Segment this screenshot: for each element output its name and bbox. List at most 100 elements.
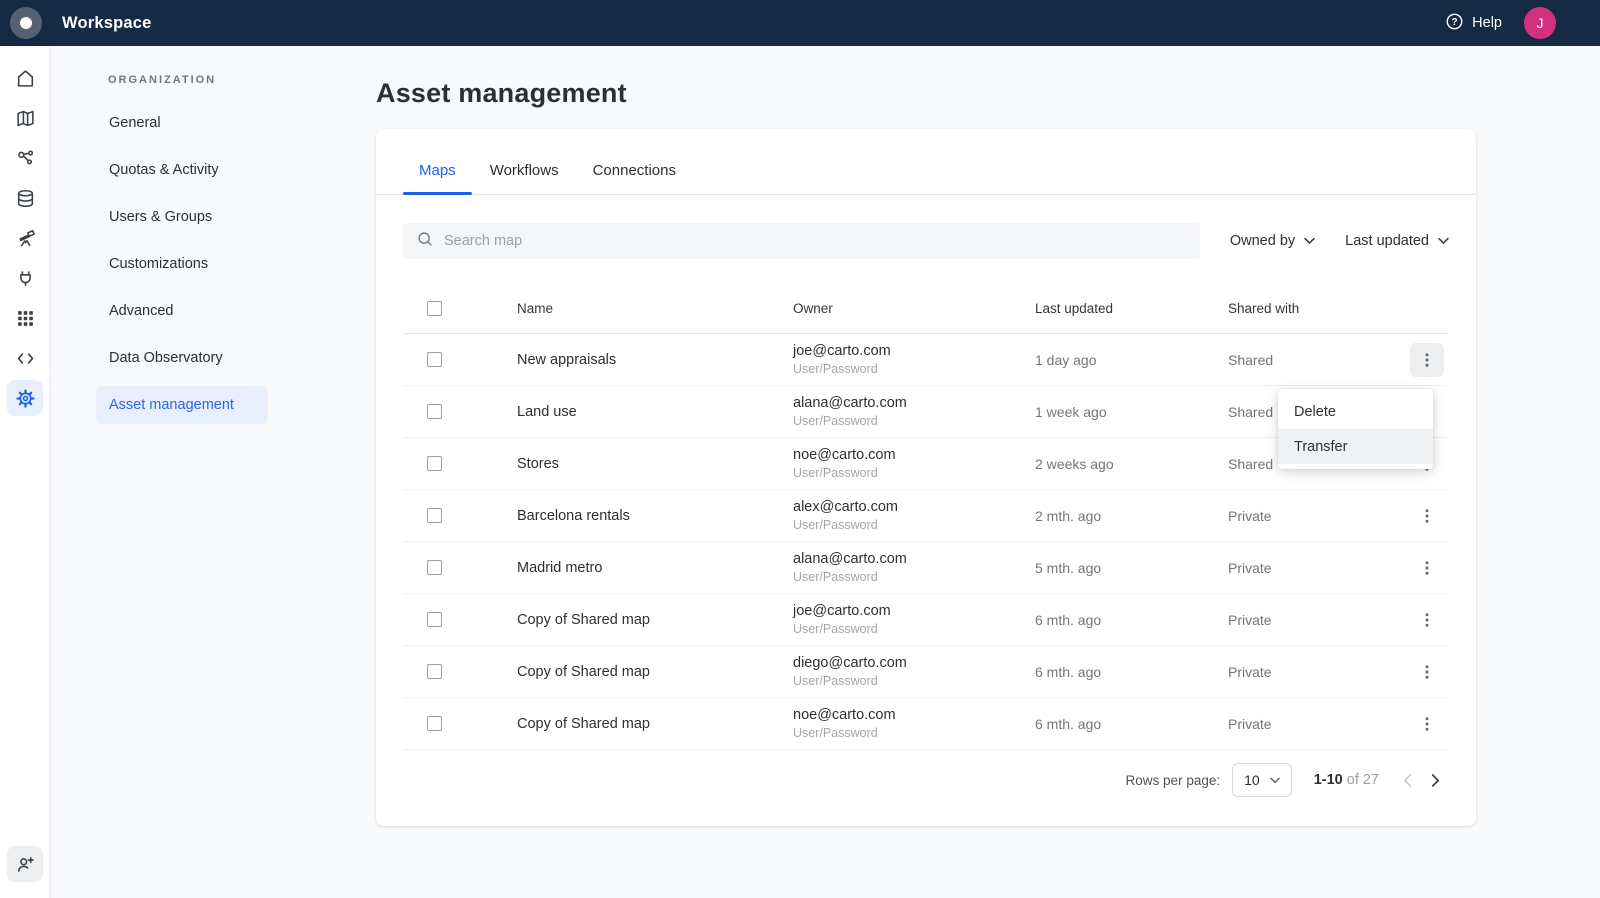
help-button[interactable]: ? Help: [1445, 12, 1502, 35]
owner-email: alana@carto.com: [793, 394, 1035, 413]
header-name: Name: [517, 301, 793, 316]
tab-connections[interactable]: Connections: [577, 162, 692, 194]
icon-rail: [0, 46, 51, 898]
top-bar: Workspace ? Help J: [0, 0, 1600, 46]
sidebar-item-users-groups[interactable]: Users & Groups: [96, 198, 268, 236]
last-updated-value: 1 day ago: [1035, 352, 1228, 368]
row-checkbox[interactable]: [427, 404, 442, 419]
table-row: Copy of Shared map noe@carto.com User/Pa…: [403, 698, 1449, 750]
owner-cell: noe@carto.com User/Password: [793, 446, 1035, 481]
sidebar-item-customizations[interactable]: Customizations: [96, 245, 268, 283]
header-owner: Owner: [793, 301, 1035, 316]
owner-cell: joe@carto.com User/Password: [793, 342, 1035, 377]
sidebar-item-advanced[interactable]: Advanced: [96, 292, 268, 330]
row-checkbox[interactable]: [427, 716, 442, 731]
row-menu-button[interactable]: [1410, 551, 1444, 585]
workspace-logo-icon[interactable]: [10, 7, 42, 39]
table-header-row: Name Owner Last updated Shared with: [403, 284, 1449, 334]
row-checkbox[interactable]: [427, 508, 442, 523]
owner-auth-method: User/Password: [793, 673, 1035, 689]
row-menu-button[interactable]: [1410, 343, 1444, 377]
code-icon: [15, 348, 36, 369]
owner-cell: alana@carto.com User/Password: [793, 550, 1035, 585]
workflow-nodes-icon: [15, 148, 36, 169]
pagination: Rows per page: 10 1-10 of 27: [376, 750, 1476, 797]
last-updated-label: Last updated: [1345, 233, 1429, 249]
last-updated-value: 2 weeks ago: [1035, 456, 1228, 472]
user-avatar[interactable]: J: [1524, 7, 1556, 39]
kebab-menu-icon: [1418, 559, 1436, 577]
sidebar-item-asset-management[interactable]: Asset management: [96, 386, 268, 424]
map-name: New appraisals: [517, 352, 793, 368]
map-name: Copy of Shared map: [517, 716, 793, 732]
owned-by-label: Owned by: [1230, 233, 1295, 249]
next-page-button[interactable]: [1421, 766, 1449, 794]
owned-by-filter[interactable]: Owned by: [1230, 233, 1315, 249]
page-range: 1-10 of 27: [1314, 772, 1379, 788]
page-title: Asset management: [376, 78, 1600, 109]
row-checkbox[interactable]: [427, 612, 442, 627]
row-checkbox[interactable]: [427, 352, 442, 367]
previous-page-button[interactable]: [1393, 766, 1421, 794]
rail-item-data-observatory[interactable]: [7, 220, 43, 256]
owner-cell: joe@carto.com User/Password: [793, 602, 1035, 637]
sidebar-item-quotas-activity[interactable]: Quotas & Activity: [96, 151, 268, 189]
last-updated-filter[interactable]: Last updated: [1345, 233, 1449, 249]
row-menu-button[interactable]: [1410, 499, 1444, 533]
main-content: Asset management Maps Workflows Connecti…: [361, 46, 1600, 898]
menu-item-transfer[interactable]: Transfer: [1278, 429, 1433, 464]
page-range-total: of 27: [1347, 772, 1379, 788]
tab-maps[interactable]: Maps: [403, 162, 472, 194]
owner-auth-method: User/Password: [793, 413, 1035, 429]
search-input[interactable]: [444, 233, 1187, 249]
row-menu-button[interactable]: [1410, 655, 1444, 689]
tab-workflows[interactable]: Workflows: [474, 162, 575, 194]
row-context-menu: Delete Transfer: [1278, 389, 1433, 469]
rail-item-settings[interactable]: [7, 380, 43, 416]
row-menu-button[interactable]: [1410, 603, 1444, 637]
map-name: Land use: [517, 404, 793, 420]
chevron-down-icon: [1270, 777, 1280, 784]
owner-auth-method: User/Password: [793, 517, 1035, 533]
asset-tabs: Maps Workflows Connections: [376, 129, 1476, 195]
invite-user-button[interactable]: [7, 846, 43, 882]
sidebar-section-title: ORGANIZATION: [108, 74, 361, 86]
row-checkbox[interactable]: [427, 664, 442, 679]
menu-item-delete[interactable]: Delete: [1278, 394, 1433, 429]
shared-with-value: Private: [1228, 716, 1405, 732]
owner-auth-method: User/Password: [793, 465, 1035, 481]
sidebar-item-general[interactable]: General: [96, 104, 268, 142]
rail-item-connections[interactable]: [7, 260, 43, 296]
map-icon: [15, 108, 36, 129]
apps-grid-icon: [15, 308, 36, 329]
rail-item-applications[interactable]: [7, 300, 43, 336]
table-row: Copy of Shared map joe@carto.com User/Pa…: [403, 594, 1449, 646]
row-checkbox[interactable]: [427, 456, 442, 471]
map-name: Barcelona rentals: [517, 508, 793, 524]
header-shared-with: Shared with: [1228, 301, 1405, 316]
search-map-field[interactable]: [403, 223, 1200, 259]
map-name: Stores: [517, 456, 793, 472]
sidebar-item-data-observatory[interactable]: Data Observatory: [96, 339, 268, 377]
row-menu-button[interactable]: [1410, 707, 1444, 741]
owner-email: joe@carto.com: [793, 602, 1035, 621]
rail-item-home[interactable]: [7, 60, 43, 96]
shared-with-value: Private: [1228, 664, 1405, 680]
database-icon: [15, 188, 36, 209]
kebab-menu-icon: [1418, 507, 1436, 525]
table-row: Barcelona rentals alex@carto.com User/Pa…: [403, 490, 1449, 542]
map-name: Madrid metro: [517, 560, 793, 576]
rail-item-maps[interactable]: [7, 100, 43, 136]
rail-item-developers[interactable]: [7, 340, 43, 376]
rail-item-data-explorer[interactable]: [7, 180, 43, 216]
row-checkbox[interactable]: [427, 560, 442, 575]
rows-per-page-select[interactable]: 10: [1232, 763, 1292, 797]
shared-with-value: Private: [1228, 508, 1405, 524]
kebab-menu-icon: [1418, 611, 1436, 629]
rail-item-workflows[interactable]: [7, 140, 43, 176]
chevron-down-icon: [1304, 237, 1315, 245]
select-all-checkbox[interactable]: [427, 301, 442, 316]
owner-cell: noe@carto.com User/Password: [793, 706, 1035, 741]
owner-email: alex@carto.com: [793, 498, 1035, 517]
page-range-current: 1-10: [1314, 772, 1343, 788]
